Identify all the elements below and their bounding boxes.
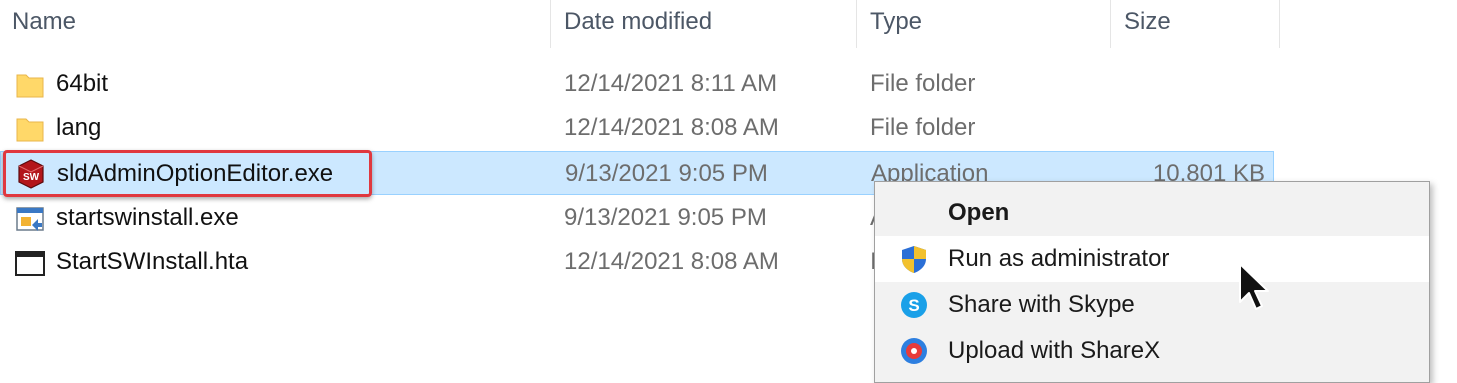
- context-menu: Open Run as administrator S Share with S…: [874, 181, 1430, 383]
- sort-indicator-icon: ⌃: [266, 0, 283, 14]
- column-header-type[interactable]: Type: [870, 0, 922, 48]
- menu-item-label: Upload with ShareX: [948, 337, 1161, 364]
- file-date-modified: 9/13/2021 9:05 PM: [565, 160, 768, 187]
- file-date-modified: 12/14/2021 8:08 AM: [564, 114, 779, 141]
- menu-item-label: Share with Skype: [948, 291, 1135, 318]
- file-type: File folder: [870, 114, 976, 141]
- folder-icon: [16, 74, 44, 98]
- column-header-name[interactable]: Name: [12, 0, 76, 48]
- menu-item-upload-with-sharex[interactable]: Upload with ShareX: [875, 328, 1429, 374]
- file-date-modified: 9/13/2021 9:05 PM: [564, 204, 767, 231]
- annotation-highlight-box: [3, 150, 372, 197]
- file-size: [1100, 106, 1264, 150]
- file-row[interactable]: lang 12/14/2021 8:08 AM File folder: [0, 106, 1457, 150]
- file-type: File folder: [870, 70, 976, 97]
- file-name: 64bit: [56, 70, 109, 97]
- column-divider[interactable]: [856, 0, 857, 48]
- column-divider[interactable]: [1279, 0, 1280, 48]
- skype-icon: S: [901, 292, 927, 318]
- column-header-bar: ⌃ Name Date modified Type Size: [0, 0, 1457, 48]
- sharex-icon: [901, 338, 927, 364]
- file-name: lang: [56, 114, 102, 141]
- svg-text:S: S: [908, 296, 919, 315]
- file-size: [1100, 62, 1264, 106]
- installer-exe-icon: [16, 207, 44, 231]
- column-divider[interactable]: [550, 0, 551, 48]
- file-row[interactable]: 64bit 12/14/2021 8:11 AM File folder: [0, 62, 1457, 106]
- file-date-modified: 12/14/2021 8:11 AM: [564, 70, 778, 97]
- column-header-date-modified[interactable]: Date modified: [564, 0, 712, 48]
- mouse-pointer-icon: [1239, 263, 1269, 310]
- menu-item-run-as-administrator[interactable]: Run as administrator: [875, 236, 1429, 282]
- folder-icon: [16, 118, 44, 142]
- menu-item-label: Open: [948, 199, 1010, 226]
- file-name: StartSWInstall.hta: [56, 248, 249, 275]
- column-header-size[interactable]: Size: [1124, 0, 1171, 48]
- menu-item-share-with-skype[interactable]: S Share with Skype: [875, 282, 1429, 328]
- uac-shield-icon: [902, 246, 926, 273]
- file-date-modified: 12/14/2021 8:08 AM: [564, 248, 779, 275]
- file-name: startswinstall.exe: [56, 204, 239, 231]
- menu-item-label: Run as administrator: [948, 245, 1170, 272]
- column-divider[interactable]: [1110, 0, 1111, 48]
- menu-item-open[interactable]: Open: [875, 190, 1429, 236]
- hta-window-icon: [15, 251, 45, 276]
